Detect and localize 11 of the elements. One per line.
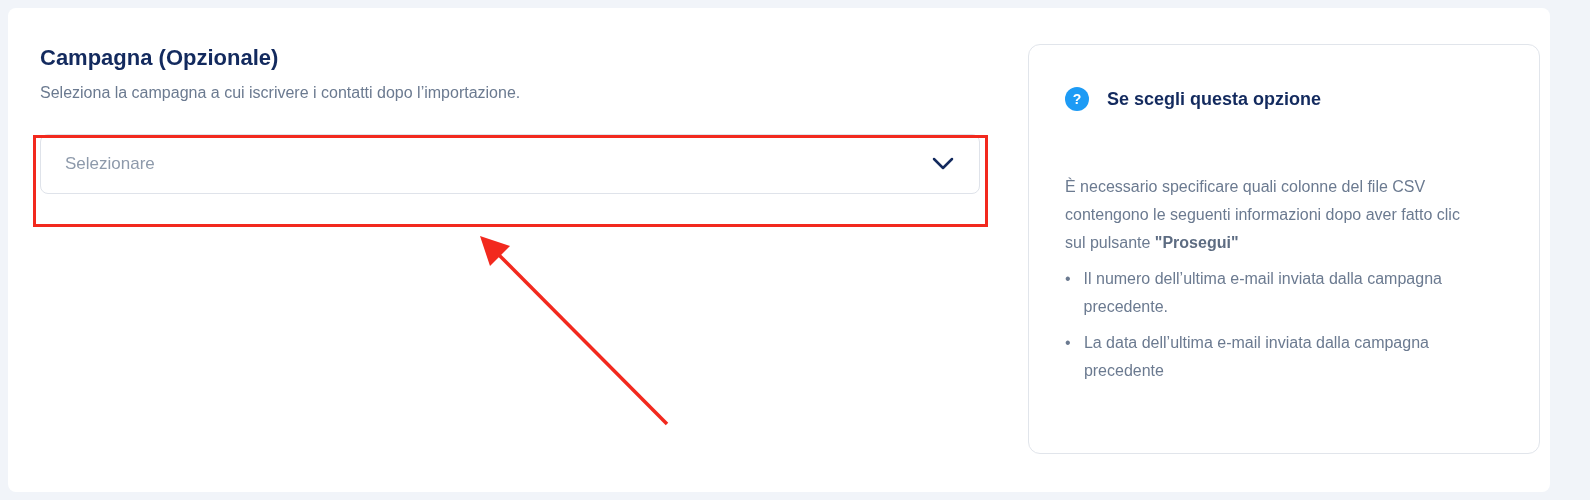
bullet-mark: • [1065,269,1072,289]
bullet-mark: • [1065,333,1072,353]
campaign-dropdown[interactable]: Selezionare [40,134,980,194]
info-title: Se scegli questa opzione [1107,88,1322,110]
info-list-item: Il numero dell’ultima e-mail inviata dalla campagna precedente. [1083,269,1443,317]
info-list-item: La data dell’ultima e-mail inviata dalla campagna precedente [1083,333,1430,381]
section-title: Campagna (Opzionale) [40,44,280,72]
help-icon: ? [1065,87,1089,111]
chevron-down-icon [932,157,954,171]
section-description: Seleziona la campagna a cui iscrivere i contatti dopo l’importazione. [40,83,522,103]
info-text: È necessario specificare quali colonne del file CSV contengono le seguenti informazioni dopo aver fatto clic sul pulsante "Prosegui" [1065,176,1461,253]
